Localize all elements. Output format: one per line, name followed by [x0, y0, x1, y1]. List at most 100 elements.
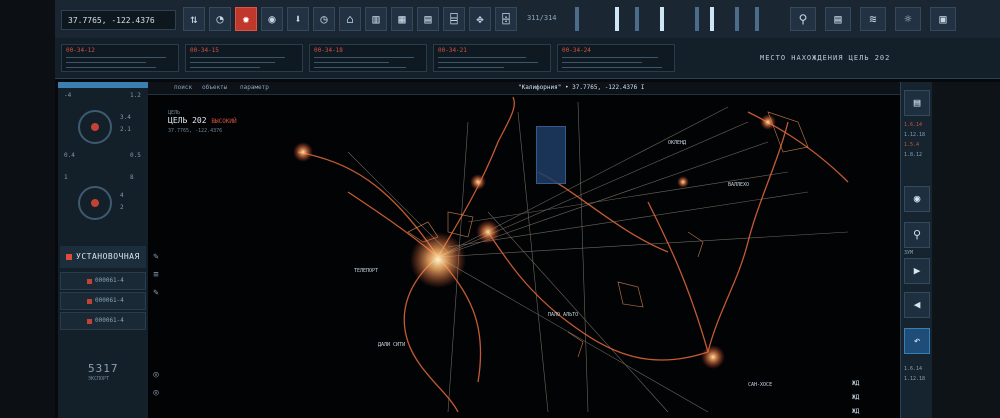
location-label: МЕСТО НАХОЖДЕНИЯ ЦЕЛЬ 202 — [760, 54, 891, 62]
map-icon[interactable]: ▣ — [930, 7, 956, 31]
map-place-label: ПАЛО АЛЬТО — [548, 312, 579, 318]
grid-icon[interactable]: ▦ — [391, 7, 413, 31]
map-place-label: ДАЛИ СИТИ — [378, 342, 406, 348]
lock-icon[interactable]: ⌸ — [443, 7, 465, 31]
target-mode-button[interactable]: ✹ — [235, 7, 257, 31]
stat-value: 1.8.12 — [904, 152, 923, 158]
log-card[interactable]: 00-34-15 — [185, 44, 303, 72]
apps-icon[interactable]: ▤ — [825, 7, 851, 31]
log-card[interactable]: 00-34-24 — [557, 44, 675, 72]
log-line — [562, 67, 662, 68]
sensor-icon[interactable]: ⌂ — [339, 7, 361, 31]
log-line — [562, 57, 658, 58]
counter-value: 5317 — [88, 362, 119, 375]
monitor-bezel-left — [0, 0, 55, 418]
log-line — [190, 67, 260, 68]
level-bar — [710, 7, 714, 31]
timer-icon[interactable]: ◔ — [209, 7, 231, 31]
log-card-title: 00-34-21 — [438, 47, 467, 54]
play-icon[interactable]: ▶ — [904, 258, 930, 284]
coordinates-readout: 37.7765, -122.4376 — [61, 10, 176, 30]
dial-value: 2.1 — [120, 126, 131, 133]
split-icon[interactable]: ▤ — [417, 7, 439, 31]
brightness-icon[interactable]: ☼ — [895, 7, 921, 31]
compass-dial[interactable] — [78, 110, 112, 144]
counter-label: ЭКСПОРТ — [88, 376, 110, 382]
target-icon[interactable]: ◎ — [150, 388, 162, 400]
level-bar — [695, 7, 699, 31]
info-strip: 00-34-12 00-34-15 00-34-18 00-34-21 00-3… — [55, 38, 1000, 79]
list-item[interactable]: 000061-4 — [60, 292, 146, 310]
zoom-label: ЗУМ — [904, 250, 914, 256]
target-title: ЦЕЛЬ 202 ВЫСОКИЙ — [168, 116, 237, 125]
sort-icon[interactable]: ⇅ — [183, 7, 205, 31]
map-view[interactable]: поиск объекты параметр "Калифорния" • 37… — [148, 82, 900, 418]
stat-value: 1.6.14 — [904, 366, 923, 372]
dial-value: 1.2 — [130, 92, 141, 99]
item-indicator — [87, 279, 92, 284]
dial-value: 4 — [120, 192, 124, 199]
top-toolbar: 37.7765, -122.4376 ⇅ ◔ ✹ ◉ ⬇ ◷ ⌂ ▥ ▦ ▤ ⌸… — [55, 0, 1000, 39]
move-icon[interactable]: ✥ — [469, 7, 491, 31]
search-icon[interactable]: ⚲ — [904, 222, 930, 248]
target-status: ВЫСОКИЙ — [211, 118, 237, 125]
level-bar — [575, 7, 579, 31]
legend-panel[interactable] — [536, 126, 566, 184]
signal-icon[interactable]: ≋ — [860, 7, 886, 31]
undo-icon[interactable]: ↶ — [904, 328, 930, 354]
target-icon[interactable]: ◎ — [150, 370, 162, 382]
rewind-icon[interactable]: ◀ — [904, 292, 930, 318]
left-control-panel: -4 1.2 3.4 2.1 0.4 0.5 1 8 4 2 УСТАНОВОЧ… — [58, 82, 149, 418]
dial-value: 1 — [64, 174, 68, 181]
compass-dial[interactable] — [78, 186, 112, 220]
list-item[interactable]: 000061-4 — [60, 272, 146, 290]
list-item-label: 000061-4 — [95, 297, 124, 304]
log-line — [438, 67, 504, 68]
stat-value: 1.6.14 — [904, 122, 923, 128]
level-bar — [635, 7, 639, 31]
log-line — [190, 57, 285, 58]
road-network-overlay — [293, 96, 849, 413]
panel-header-bar — [58, 82, 148, 88]
list-item[interactable]: 000061-4 — [60, 312, 146, 330]
log-card-title: 00-34-24 — [562, 47, 591, 54]
level-bar — [735, 7, 739, 31]
location-pin-icon[interactable]: ⬇ — [287, 7, 309, 31]
record-button[interactable]: ◉ — [904, 186, 930, 212]
map-place-label: ВАЛЛЕХО — [728, 182, 750, 188]
log-card[interactable]: 00-34-21 — [433, 44, 551, 72]
log-line — [314, 57, 414, 58]
layers-icon[interactable]: ▤ — [904, 90, 930, 116]
target-name: ЦЕЛЬ 202 — [168, 116, 207, 125]
log-line — [66, 62, 146, 63]
dial-value: 0.5 — [130, 152, 141, 159]
pen-icon[interactable]: ✎ — [150, 288, 162, 300]
map-place-label: ОКЛЕНД — [668, 140, 687, 146]
dial-value: 0.4 — [64, 152, 75, 159]
lightbulb-icon[interactable]: ◉ — [261, 7, 283, 31]
log-card[interactable]: 00-34-18 — [309, 44, 427, 72]
status-label: УСТАНОВОЧНАЯ — [76, 252, 140, 261]
log-line — [438, 62, 538, 63]
log-line — [190, 62, 275, 63]
dial-value: -4 — [64, 92, 72, 99]
lines-icon[interactable]: ≡ — [150, 270, 162, 282]
search-icon[interactable]: ⚲ — [790, 7, 816, 31]
unlock-icon[interactable]: ⌹ — [495, 7, 517, 31]
log-card[interactable]: 00-34-12 — [61, 44, 179, 72]
legend-entry: ЖД — [852, 408, 860, 415]
stat-value: 1.5.4 — [904, 142, 920, 148]
log-card-title: 00-34-15 — [190, 47, 219, 54]
dial-value: 8 — [130, 174, 134, 181]
status-row[interactable]: УСТАНОВОЧНАЯ — [60, 246, 146, 268]
clock-icon[interactable]: ◷ — [313, 7, 335, 31]
columns-icon[interactable]: ▥ — [365, 7, 387, 31]
map-place-label: САН-ХОСЕ — [748, 382, 773, 388]
map-place-label: ТЕЛЕПОРТ — [354, 268, 379, 274]
dial-value: 3.4 — [120, 114, 131, 121]
legend-entry: ЖД — [852, 380, 860, 387]
log-line — [438, 57, 526, 58]
pen-icon[interactable]: ✎ — [150, 252, 162, 264]
frame-counter: 311/314 — [527, 14, 557, 22]
log-card-title: 00-34-18 — [314, 47, 343, 54]
